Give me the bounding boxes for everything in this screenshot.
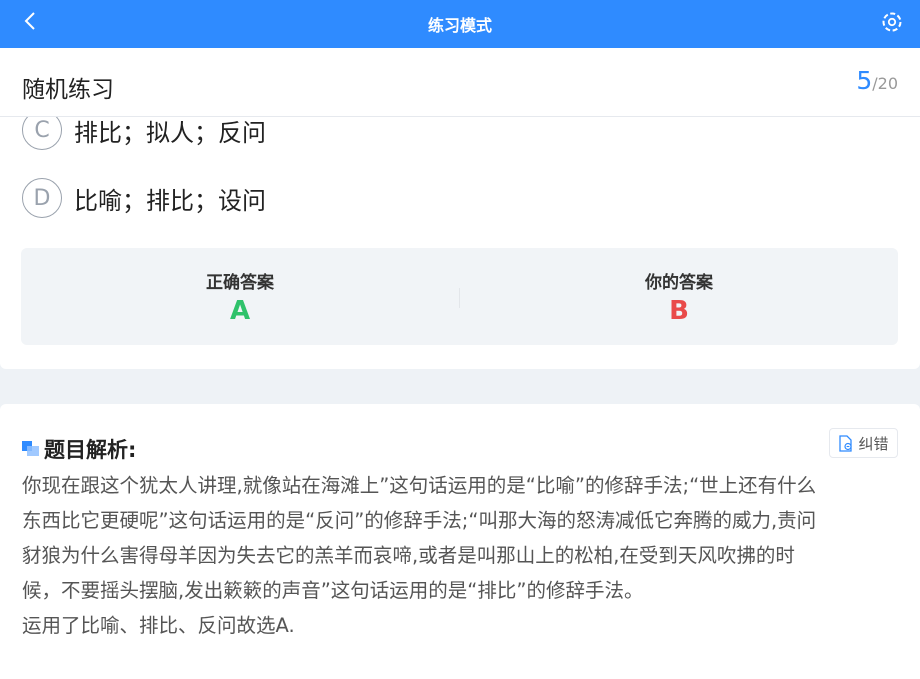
total-questions: /20 (872, 74, 898, 93)
question-progress: 5/20 (856, 66, 898, 95)
option-letter-c: C (22, 117, 62, 150)
option-c[interactable]: C 排比；拟人；反问 (22, 117, 266, 150)
question-card: C 排比；拟人；反问 D 比喻；排比；设问 正确答案 A 你的答案 B (0, 117, 920, 369)
correct-answer-value: A (229, 296, 251, 326)
option-d[interactable]: D 比喻；排比；设问 (22, 178, 266, 218)
option-letter-d: D (22, 178, 62, 218)
option-text-c: 排比；拟人；反问 (74, 118, 266, 147)
settings-button[interactable] (878, 8, 906, 36)
topbar-title: 练习模式 (427, 16, 492, 35)
option-text-d: 比喻；排比；设问 (74, 186, 266, 215)
report-error-label: 纠错 (858, 434, 889, 453)
your-answer: 你的答案 B (460, 248, 898, 345)
report-error-button[interactable]: 纠错 (829, 428, 898, 458)
analysis-line: 东西比它更硬呢”这句话运用的是“反问”的修辞手法;“叫那大海的怒涛减低它奔腾的威… (22, 509, 817, 532)
analysis-text: 你现在跟这个犹太人讲理,就像站在海滩上”这句话运用的是“比喻”的修辞手法;“世上… (22, 468, 900, 643)
analysis-line: 运用了比喻、排比、反问故选A. (22, 614, 295, 637)
answer-comparison: 正确答案 A 你的答案 B (21, 248, 898, 345)
analysis-line: 豺狼为什么害得母羊因为失去它的羔羊而哀啼,或者是叫那山上的松柏,在受到天风吹拂的… (22, 544, 795, 567)
practice-header: 随机练习 5/20 (0, 48, 920, 117)
gear-icon (882, 12, 902, 32)
document-edit-icon (839, 434, 853, 452)
squares-icon (22, 441, 40, 457)
your-answer-value: B (669, 296, 689, 326)
correct-answer: 正确答案 A (21, 248, 459, 345)
page-title: 随机练习 (22, 77, 114, 103)
analysis-card: 题目解析: 纠错 你现在跟这个犹太人讲理,就像站在海滩上”这句话运用的是“比喻”… (0, 404, 920, 679)
correct-answer-label: 正确答案 (206, 273, 274, 293)
analysis-line: 候，不要摇头摆脑,发出簌簌的声音”这句话运用的是“排比”的修辞手法。 (22, 579, 644, 602)
your-answer-label: 你的答案 (645, 273, 713, 293)
top-app-bar: 练习模式 (0, 0, 920, 48)
analysis-line: 你现在跟这个犹太人讲理,就像站在海滩上”这句话运用的是“比喻”的修辞手法;“世上… (22, 474, 817, 497)
analysis-title: 题目解析: (44, 438, 137, 462)
analysis-heading: 题目解析: (22, 434, 136, 464)
current-question-number: 5 (856, 66, 873, 95)
